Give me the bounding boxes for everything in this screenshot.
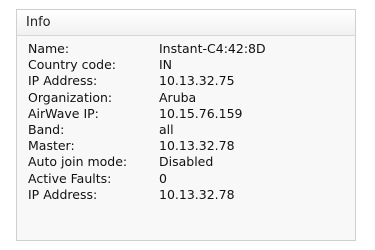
info-label: Country code: [28,57,116,73]
info-row-name: Name: Instant-C4:42:8D [28,41,355,57]
info-row-ip-address: IP Address: 10.13.32.75 [28,73,355,89]
info-value: 10.15.76.159 [159,105,243,121]
info-panel-header: Info [17,10,355,36]
info-value: Disabled [159,154,214,170]
info-value: IN [159,57,173,73]
info-label: Auto join mode: [28,154,128,170]
info-value: all [159,121,174,137]
info-row-active-faults: Active Faults: 0 [28,171,355,187]
info-label: Active Faults: [28,170,112,186]
info-label: IP Address: [28,186,98,202]
info-value: 10.13.32.78 [159,138,235,154]
info-row-organization: Organization: Aruba [28,90,355,106]
info-label: Name: [28,41,70,56]
info-row-auto-join-mode: Auto join mode: Disabled [28,154,355,170]
info-row-ip-address-2: IP Address: 10.13.32.78 [28,187,355,203]
info-panel: Info Name: Instant-C4:42:8D Country code… [16,9,356,241]
info-row-band: Band: all [28,122,355,138]
info-row-country-code: Country code: IN [28,57,355,73]
info-label: Organization: [28,89,113,105]
info-panel-body: Name: Instant-C4:42:8D Country code: IN … [17,36,355,203]
info-row-master: Master: 10.13.32.78 [28,138,355,154]
info-value: Instant-C4:42:8D [159,41,266,56]
panel-title: Info [26,15,51,30]
info-value: 10.13.32.78 [159,186,235,202]
info-label: IP Address: [28,73,98,89]
info-label: Master: [28,138,75,154]
info-label: Band: [28,121,65,137]
info-value: Aruba [159,89,197,105]
info-row-airwave-ip: AirWave IP: 10.15.76.159 [28,106,355,122]
info-value: 0 [159,170,167,186]
info-value: 10.13.32.75 [159,73,235,89]
info-label: AirWave IP: [28,105,99,121]
